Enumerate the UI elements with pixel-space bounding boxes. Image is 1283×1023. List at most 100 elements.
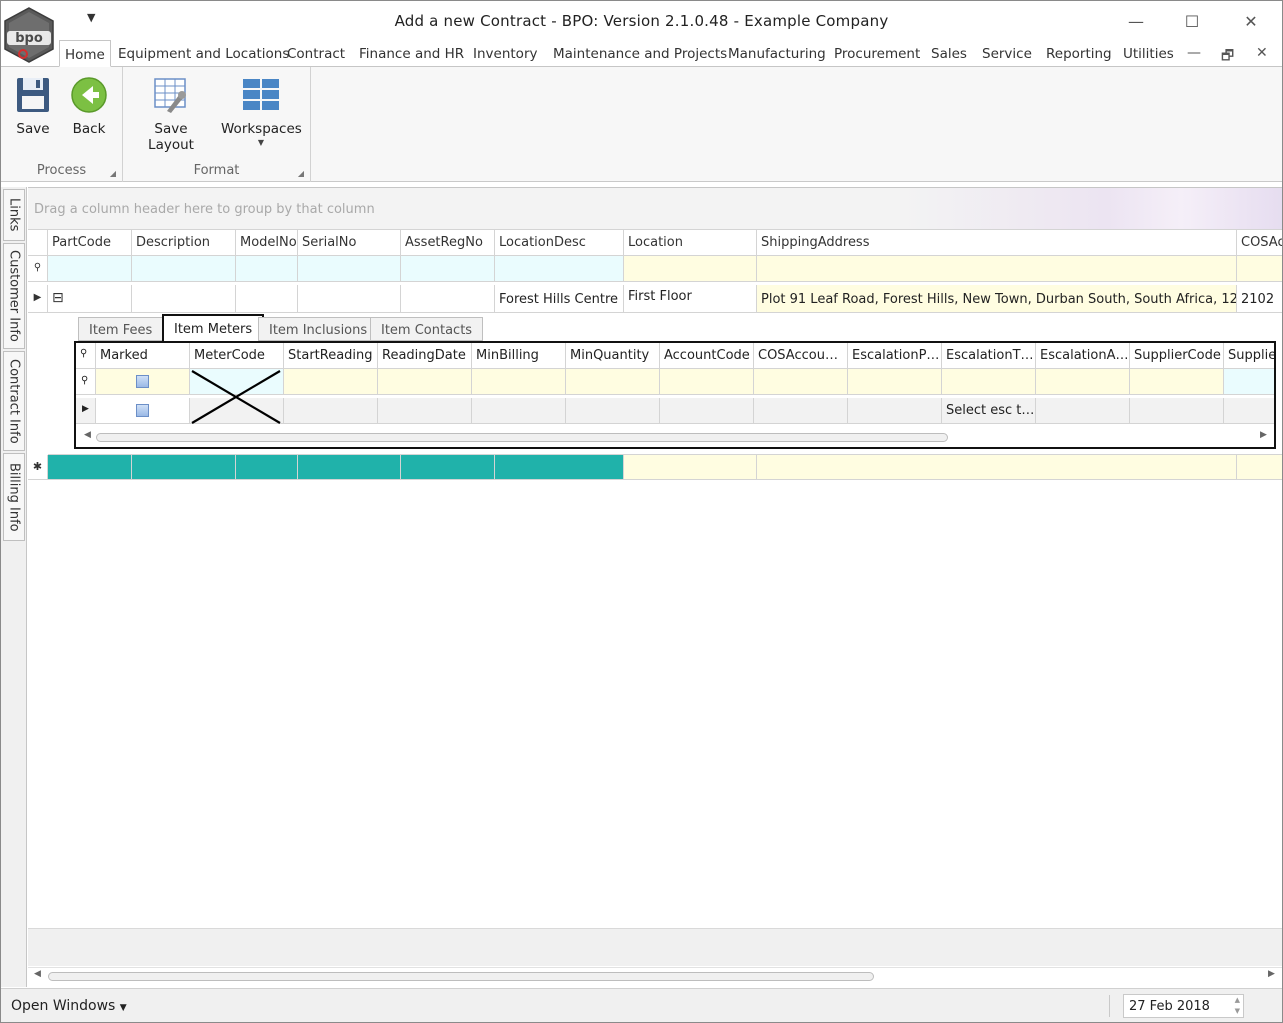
tab-contract[interactable]: Contract	[287, 46, 345, 62]
column-header-startreading[interactable]: StartReading	[284, 343, 378, 369]
filter-cell-escalationt[interactable]	[942, 369, 1036, 395]
filter-cell-modelno[interactable]	[236, 256, 298, 282]
group-by-panel[interactable]: Drag a column header here to group by th…	[28, 188, 1282, 230]
filter-cell-locationdesc[interactable]	[495, 256, 624, 282]
row-cell-marked[interactable]	[96, 398, 190, 424]
column-header-description[interactable]: Description	[132, 230, 236, 256]
column-header-escalationa[interactable]: EscalationA…	[1036, 343, 1130, 369]
date-field[interactable]: 27 Feb 2018 ▲ ▼	[1123, 994, 1244, 1018]
row-cell-minbilling[interactable]	[472, 398, 566, 424]
column-header-readingdate[interactable]: ReadingDate	[378, 343, 472, 369]
row-cell-minquantity[interactable]	[566, 398, 660, 424]
dock-tab-customer-info[interactable]: Customer Info	[3, 243, 25, 349]
row-indicator-icon[interactable]: ▶	[76, 398, 96, 424]
column-header-marked[interactable]: Marked	[96, 343, 190, 369]
row-cell-startreading[interactable]	[284, 398, 378, 424]
row-cell-supplier[interactable]	[1224, 398, 1274, 424]
column-header-escalationt[interactable]: EscalationT…	[942, 343, 1036, 369]
tab-manufacturing[interactable]: Manufacturing	[728, 46, 826, 62]
tab-reporting[interactable]: Reporting	[1046, 46, 1112, 62]
column-header-shippingaddress[interactable]: ShippingAddress	[757, 230, 1237, 256]
row-cell-assetregno[interactable]	[401, 285, 495, 313]
dock-tab-billing-info[interactable]: Billing Info	[3, 453, 25, 541]
new-row-cell-location[interactable]	[624, 455, 757, 480]
tab-equipment-and-locations[interactable]: Equipment and Locations	[118, 46, 289, 62]
marked-filter-checkbox[interactable]	[136, 375, 149, 388]
filter-cell-supplier[interactable]	[1224, 369, 1274, 395]
filter-cell-startreading[interactable]	[284, 369, 378, 395]
minimize-button[interactable]: —	[1113, 7, 1159, 35]
filter-cell-cosaccount[interactable]	[754, 369, 848, 395]
format-group-launcher-icon[interactable]: ◢	[298, 169, 304, 178]
save-button[interactable]: Save	[7, 75, 59, 137]
process-group-launcher-icon[interactable]: ◢	[110, 169, 116, 178]
dock-tab-contract-info[interactable]: Contract Info	[3, 351, 25, 451]
mdi-minimize-button[interactable]: —	[1187, 45, 1201, 61]
row-cell-escalationp[interactable]	[848, 398, 942, 424]
save-layout-button[interactable]: Save Layout	[131, 75, 211, 153]
filter-cell-readingdate[interactable]	[378, 369, 472, 395]
row-cell-escalationa[interactable]	[1036, 398, 1130, 424]
detail-scroll-thumb[interactable]	[96, 433, 948, 442]
main-scroll-right-icon[interactable]: ▶	[1268, 969, 1275, 979]
column-header-serialno[interactable]: SerialNo	[298, 230, 401, 256]
row-cell-location[interactable]: First Floor	[624, 285, 757, 313]
main-horizontal-scrollbar[interactable]: ◀ ▶	[28, 967, 1282, 983]
tab-item-contacts[interactable]: Item Contacts	[370, 317, 484, 341]
filter-cell-accountcode[interactable]	[660, 369, 754, 395]
filter-cell-minquantity[interactable]	[566, 369, 660, 395]
column-header-supplier[interactable]: Supplier	[1224, 343, 1274, 369]
column-header-suppliercode[interactable]: SupplierCode	[1130, 343, 1224, 369]
new-row-cell-locationdesc[interactable]	[495, 455, 624, 480]
filter-cell-suppliercode[interactable]	[1130, 369, 1224, 395]
row-cell-serialno[interactable]	[298, 285, 401, 313]
tab-sales[interactable]: Sales	[931, 46, 967, 62]
app-logo[interactable]: bpo	[3, 7, 55, 63]
filter-cell-location[interactable]	[624, 256, 757, 282]
new-row-cell-serialno[interactable]	[298, 455, 401, 480]
scroll-left-icon[interactable]: ◀	[84, 430, 91, 440]
tab-item-fees[interactable]: Item Fees	[78, 317, 164, 341]
tab-item-inclusions[interactable]: Item Inclusions	[258, 317, 379, 341]
main-scroll-thumb[interactable]	[48, 972, 874, 981]
tab-home[interactable]: Home	[59, 40, 111, 67]
filter-cell-escalationa[interactable]	[1036, 369, 1130, 395]
new-row-cell-assetregno[interactable]	[401, 455, 495, 480]
filter-cell-marked[interactable]	[96, 369, 190, 395]
column-header-metercode[interactable]: MeterCode	[190, 343, 284, 369]
filter-cell-minbilling[interactable]	[472, 369, 566, 395]
marked-checkbox[interactable]	[136, 404, 149, 417]
filter-cell-cosac[interactable]	[1237, 256, 1282, 282]
row-cell-locationdesc[interactable]: Forest Hills Centre	[495, 285, 624, 313]
column-header-minbilling[interactable]: MinBilling	[472, 343, 566, 369]
column-header-locationdesc[interactable]: LocationDesc	[495, 230, 624, 256]
column-header-cosac[interactable]: COSAc	[1237, 230, 1282, 256]
tab-maintenance-and-projects[interactable]: Maintenance and Projects	[553, 46, 727, 62]
column-header-escalationp[interactable]: EscalationP…	[848, 343, 942, 369]
row-cell-description[interactable]	[132, 285, 236, 313]
filter-cell-description[interactable]	[132, 256, 236, 282]
mdi-restore-button[interactable]: 🗗	[1221, 45, 1234, 69]
tab-inventory[interactable]: Inventory	[473, 46, 537, 62]
new-row-cell-shippingaddress[interactable]	[757, 455, 1237, 480]
new-row-cell-modelno[interactable]	[236, 455, 298, 480]
tab-item-meters[interactable]: Item Meters	[162, 314, 265, 342]
row-cell-cosac[interactable]: 2102	[1237, 285, 1282, 313]
column-header-partcode[interactable]: PartCode	[48, 230, 132, 256]
filter-cell-escalationp[interactable]	[848, 369, 942, 395]
row-cell-suppliercode[interactable]	[1130, 398, 1224, 424]
new-row-cell-description[interactable]	[132, 455, 236, 480]
row-cell-escalationt[interactable]: Select esc t…	[942, 398, 1036, 424]
tab-finance-and-hr[interactable]: Finance and HR	[359, 46, 464, 62]
open-windows-button[interactable]: Open Windows ▼	[11, 998, 127, 1014]
search-icon[interactable]: ⚲	[76, 343, 96, 369]
filter-cell-assetregno[interactable]	[401, 256, 495, 282]
mdi-close-button[interactable]: ✕	[1256, 45, 1268, 61]
filter-cell-partcode[interactable]	[48, 256, 132, 282]
column-header-minquantity[interactable]: MinQuantity	[566, 343, 660, 369]
row-cell-readingdate[interactable]	[378, 398, 472, 424]
row-cell-accountcode[interactable]	[660, 398, 754, 424]
dock-tab-links[interactable]: Links	[3, 189, 25, 241]
column-header-location[interactable]: Location	[624, 230, 757, 256]
detail-horizontal-scrollbar[interactable]: ◀ ▶	[76, 429, 1274, 445]
